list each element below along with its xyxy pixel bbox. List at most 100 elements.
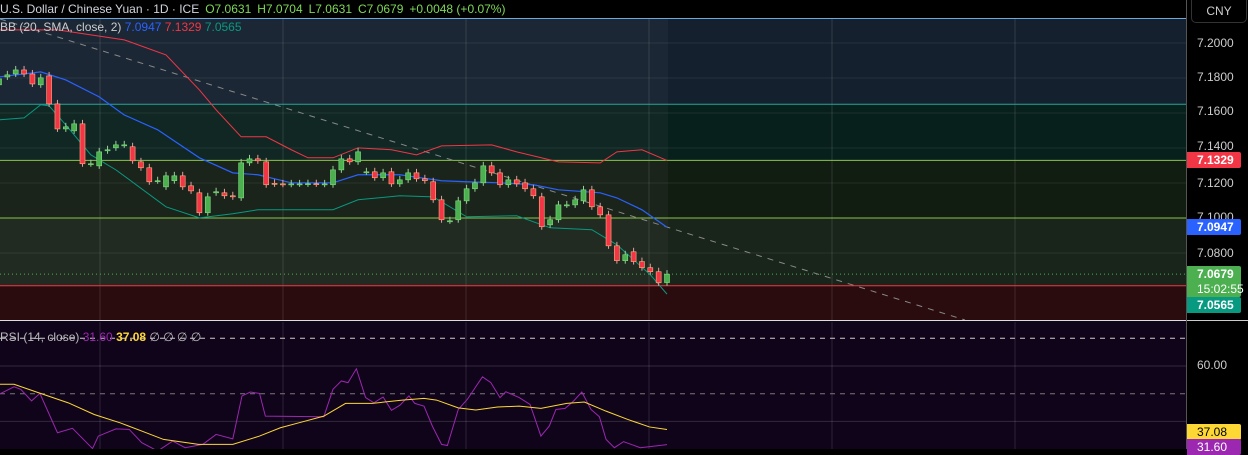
candle-body: [4, 74, 11, 78]
candle-body: [597, 206, 604, 216]
candle-body: [614, 245, 620, 261]
candle-body: [447, 220, 453, 223]
candle-body: [37, 77, 44, 86]
candle-body: [363, 171, 370, 174]
candle-body: [62, 126, 69, 130]
candle-body: [497, 172, 503, 186]
bb-legend[interactable]: BB (20, SMA, close, 2) 7.0947 7.1329 7.0…: [0, 19, 242, 35]
candle-body: [188, 185, 194, 192]
candle-body: [371, 171, 378, 179]
candle-body: [655, 271, 662, 284]
candle-body: [12, 69, 19, 75]
candle-body: [271, 183, 278, 185]
candle-body: [196, 192, 203, 214]
candle-body: [639, 261, 645, 269]
candle-body: [263, 161, 270, 186]
candle-body: [79, 123, 86, 165]
candle-body: [113, 144, 119, 149]
price-tick: 7.1200: [1197, 176, 1234, 190]
rsi-label-axis: 31.60: [1187, 439, 1241, 455]
candle-body: [430, 181, 437, 201]
candle-body: [580, 189, 587, 202]
candle-body: [338, 158, 345, 171]
candle-body: [296, 183, 303, 186]
candle-body: [163, 175, 169, 188]
candle-body: [171, 175, 178, 182]
candle-body: [664, 273, 670, 283]
candle-body: [238, 162, 244, 199]
bb-basis-label: 7.0947: [1187, 219, 1241, 235]
ohlc-open: O7.0631: [205, 2, 252, 16]
price-tick: 7.1800: [1197, 70, 1234, 84]
bb-upper-label: 7.1329: [1187, 152, 1241, 168]
candle-body: [21, 69, 27, 75]
bb-label[interactable]: BB (20, SMA, close, 2): [0, 20, 121, 34]
candle-body: [230, 195, 236, 198]
last-price-label: 7.0679 15:02:55: [1187, 266, 1244, 297]
candle-body: [138, 161, 144, 169]
price-tick: 7.1400: [1197, 139, 1234, 153]
symbol-title[interactable]: U.S. Dollar / Chinese Yuan · 1D · ICE: [0, 2, 199, 16]
last-price: 7.0679: [1197, 267, 1234, 281]
candle-body: [463, 188, 470, 202]
candle-body: [530, 188, 537, 197]
candle-body: [179, 175, 186, 188]
rsi-tick: 60.00: [1197, 358, 1228, 372]
candle-body: [472, 182, 478, 190]
candle-body: [422, 178, 428, 182]
ohlc-high: H7.0704: [257, 2, 303, 16]
candle-body: [96, 151, 102, 167]
candle-body: [88, 163, 94, 166]
bb-upper-value: 7.1329: [164, 20, 202, 34]
price-tick: 7.0800: [1197, 246, 1234, 260]
pane-divider[interactable]: [1187, 320, 1248, 321]
rsi-legend[interactable]: RSI (14, close) 31.60 37.08 ∅ ∅ ∅ ∅: [0, 329, 201, 345]
candle-body: [622, 254, 629, 261]
candle-body: [405, 172, 411, 181]
candle-body: [221, 192, 228, 197]
candle-body: [589, 189, 595, 208]
price-tick: 7.1600: [1197, 104, 1234, 118]
candle-body: [346, 158, 353, 163]
ohlc-low: L7.0631: [308, 2, 353, 16]
symbol-header: U.S. Dollar / Chinese Yuan · 1D · ICE O7.…: [0, 0, 1186, 18]
chart-canvas[interactable]: [0, 0, 1186, 449]
candle-body: [29, 73, 36, 85]
candle-body: [213, 191, 219, 194]
candle-body: [313, 183, 320, 185]
rsi-value: 31.60: [82, 330, 113, 344]
candle-body: [455, 200, 462, 221]
candle-body: [255, 158, 261, 162]
rsi-ma-label: 37.08: [1187, 424, 1241, 440]
candle-body: [555, 204, 562, 221]
rsi-label[interactable]: RSI (14, close): [0, 330, 79, 344]
bb-basis-value: 7.0947: [124, 20, 162, 34]
bar-countdown: 15:02:55: [1197, 282, 1244, 296]
currency-button[interactable]: CNY: [1191, 0, 1247, 23]
candle-body: [104, 149, 111, 152]
candle-body: [630, 251, 637, 262]
candle-body: [121, 144, 128, 147]
price-axis[interactable]: CNY 7.2000 7.1800 7.1600 7.1400 7.1200 7…: [1186, 0, 1248, 455]
candle-body: [605, 214, 612, 247]
candle-body: [321, 183, 328, 186]
rsi-extras: ∅ ∅ ∅ ∅: [149, 330, 202, 344]
candle-body: [647, 267, 654, 273]
candle-body: [538, 196, 545, 228]
candle-body: [438, 199, 445, 221]
candle-body: [380, 172, 386, 179]
candle-body: [522, 182, 528, 190]
candle-body: [355, 151, 361, 163]
candle-body: [129, 146, 136, 162]
candle-body: [413, 172, 420, 180]
price-tick: 7.2000: [1197, 36, 1234, 50]
candle-body: [505, 179, 512, 186]
candle-body: [204, 196, 211, 214]
candle-body: [288, 183, 295, 186]
candle-body: [513, 179, 520, 185]
candle-body: [305, 183, 311, 185]
candle-body: [154, 180, 161, 183]
candle-body: [572, 199, 578, 206]
candle-body: [71, 123, 77, 132]
bb-lower-value: 7.0565: [204, 20, 242, 34]
